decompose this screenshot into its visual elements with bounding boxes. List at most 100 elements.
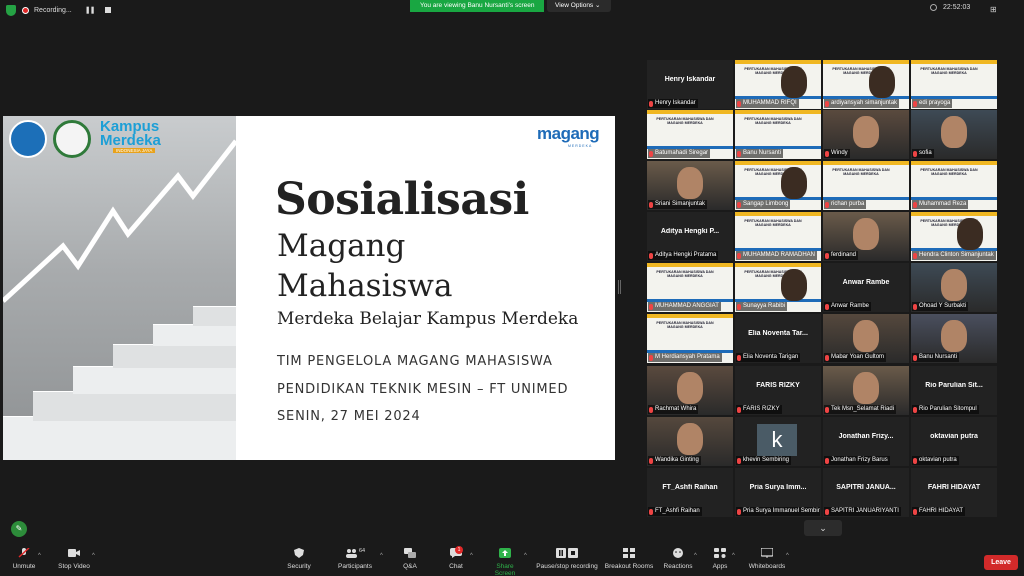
view-options-button[interactable]: View Options ⌄ xyxy=(547,0,611,12)
participant-name: sofia xyxy=(919,150,932,156)
view-icon[interactable]: ⊞ xyxy=(990,5,997,14)
participant-tile[interactable]: FARIS RIZKY FARIS RIZKY xyxy=(735,366,821,415)
qa-button[interactable]: Q&A xyxy=(400,548,420,570)
video-options-caret[interactable]: ^ xyxy=(92,553,95,559)
participant-tile[interactable]: FT_Ashfi Raihan FT_Ashfi Raihan xyxy=(647,468,733,517)
participant-name-label: MUHAMMAD RAMADHAN xyxy=(736,251,817,260)
thumbnail-header xyxy=(735,110,821,114)
participant-tile[interactable]: Rachmat Whira xyxy=(647,366,733,415)
participant-name: FAHRI HIDAYAT xyxy=(919,508,964,514)
participant-tile[interactable]: PERTUKARAN MAHASISWA DAN MAGANG MERDEKA M… xyxy=(911,161,997,210)
thumbnail-header xyxy=(647,263,733,267)
chat-options-caret[interactable]: ^ xyxy=(470,553,473,559)
participants-button[interactable]: 64 Participants xyxy=(336,548,374,570)
growth-arrow-icon xyxy=(3,139,236,303)
participant-tile[interactable]: PERTUKARAN MAHASISWA DAN MAGANG MERDEKA r… xyxy=(823,161,909,210)
reactions-button[interactable]: Reactions xyxy=(662,548,694,570)
participant-tile[interactable]: Pria Surya Imm... Pria Surya Immanuel Sem… xyxy=(735,468,821,517)
participant-tile[interactable]: SAPITRI JANUA... SAPITRI JANUARIYANTI xyxy=(823,468,909,517)
participant-tile[interactable]: oktavian putra oktavian putra xyxy=(911,417,997,466)
participant-tile[interactable]: Sriani Simanjuntak xyxy=(647,161,733,210)
participant-tile[interactable]: Rio Parulian Sit... Rio Parulian Sitompul xyxy=(911,366,997,415)
chat-button[interactable]: 1 Chat xyxy=(446,546,466,570)
participants-options-caret[interactable]: ^ xyxy=(380,553,383,559)
unmute-button[interactable]: Unmute xyxy=(10,548,38,570)
participant-tile[interactable]: Ohoad Y Surbakti xyxy=(911,263,997,312)
participant-tile[interactable]: PERTUKARAN MAHASISWA DAN MAGANG MERDEKA M… xyxy=(735,212,821,261)
participant-tile[interactable]: PERTUKARAN MAHASISWA DAN MAGANG MERDEKA H… xyxy=(911,212,997,261)
participant-name: M Herdiansyah Pratama xyxy=(655,354,720,360)
thumbnail-header xyxy=(911,161,997,165)
participant-tile[interactable]: Henry Iskandar Henry Iskandar xyxy=(647,60,733,109)
participant-tile[interactable]: sofia xyxy=(911,110,997,159)
whiteboards-button[interactable]: Whiteboards xyxy=(748,548,786,570)
participant-name-label: Muhammad Reza xyxy=(912,200,969,209)
participant-tile[interactable]: FAHRI HIDAYAT FAHRI HIDAYAT xyxy=(911,468,997,517)
participant-display-name: FAHRI HIDAYAT xyxy=(927,484,981,491)
participant-tile[interactable]: Aditya Hengki P... Aditya Hengki Pratama xyxy=(647,212,733,261)
participant-tile[interactable]: Jonathan Frizy... Jonathan Frizy Barus xyxy=(823,417,909,466)
unmute-label: Unmute xyxy=(12,563,36,570)
whiteboards-options-caret[interactable]: ^ xyxy=(786,553,789,559)
share-options-caret[interactable]: ^ xyxy=(524,553,527,559)
participant-tile[interactable]: PERTUKARAN MAHASISWA DAN MAGANG MERDEKA M… xyxy=(735,60,821,109)
slide-title-line2: Magang xyxy=(277,228,406,264)
participant-tile[interactable]: PERTUKARAN MAHASISWA DAN MAGANG MERDEKA e… xyxy=(911,60,997,109)
reactions-options-caret[interactable]: ^ xyxy=(694,553,697,559)
participant-name-label: Aditya Hengki Pratama xyxy=(648,251,719,260)
participant-tile[interactable]: Elia Noventa Tar... Elia Noventa Tarigan xyxy=(735,314,821,363)
participant-tile[interactable]: Banu Nursanti xyxy=(911,314,997,363)
breakout-rooms-button[interactable]: Breakout Rooms xyxy=(604,548,654,570)
apps-button[interactable]: Apps xyxy=(710,548,730,570)
participant-tile[interactable]: PERTUKARAN MAHASISWA DAN MAGANG MERDEKA M… xyxy=(647,263,733,312)
slide-title-line3: Mahasiswa xyxy=(277,268,453,304)
participant-name-label: Tek Msn_Selamat Riadi xyxy=(824,405,897,414)
share-screen-button[interactable]: Share Screen xyxy=(486,548,524,576)
participant-name: Mabar Yoan Gultom xyxy=(831,354,885,360)
participant-name-label: Elia Noventa Tarigan xyxy=(736,353,801,362)
participant-face xyxy=(781,269,807,301)
chat-badge: 1 xyxy=(455,546,463,554)
participant-tile[interactable]: PERTUKARAN MAHASISWA DAN MAGANG MERDEKA S… xyxy=(735,263,821,312)
participant-name-label: Banu Nursanti xyxy=(912,353,960,362)
participant-name: Sriani Simanjuntak xyxy=(655,201,706,207)
participant-tile[interactable]: PERTUKARAN MAHASISWA DAN MAGANG MERDEKA a… xyxy=(823,60,909,109)
participant-tile[interactable]: Tek Msn_Selamat Riadi xyxy=(823,366,909,415)
participant-tile[interactable]: Wandika Ginting xyxy=(647,417,733,466)
participant-tile[interactable]: Mabar Yoan Gultom xyxy=(823,314,909,363)
audio-options-caret[interactable]: ^ xyxy=(38,553,41,559)
pause-icon[interactable]: ❚❚ xyxy=(85,6,96,14)
participants-count: 64 xyxy=(358,548,366,554)
pause-stop-recording-button[interactable]: Pause/stop recording xyxy=(536,548,598,570)
avatar: k xyxy=(757,424,797,456)
mic-muted-icon xyxy=(913,100,917,107)
gallery-next-page-button[interactable]: ⌄ xyxy=(804,520,842,536)
participants-label: Participants xyxy=(338,563,372,570)
participant-tile[interactable]: PERTUKARAN MAHASISWA DAN MAGANG MERDEKA B… xyxy=(647,110,733,159)
participant-name: Sunayya Rabibi xyxy=(743,303,786,309)
participant-name-label: Pria Surya Immanuel Sembiring xyxy=(736,507,820,516)
participant-name: Aditya Hengki Pratama xyxy=(655,252,717,258)
annotate-pencil-icon[interactable]: ✎ xyxy=(11,521,27,537)
participant-tile[interactable]: PERTUKARAN MAHASISWA DAN MAGANG MERDEKA M… xyxy=(647,314,733,363)
thumbnail-header xyxy=(647,110,733,114)
participant-face xyxy=(677,423,703,455)
leave-button[interactable]: Leave xyxy=(984,555,1018,570)
participant-tile[interactable]: PERTUKARAN MAHASISWA DAN MAGANG MERDEKA S… xyxy=(735,161,821,210)
participant-tile[interactable]: Anwar Rambe Anwar Rambe xyxy=(823,263,909,312)
participant-tile[interactable]: Windy xyxy=(823,110,909,159)
participant-name-label: FT_Ashfi Raihan xyxy=(648,507,702,516)
participant-tile[interactable]: ferdinand xyxy=(823,212,909,261)
resize-handle[interactable] xyxy=(618,280,621,294)
stop-video-button[interactable]: Stop Video xyxy=(56,548,92,570)
chat-label: Chat xyxy=(449,563,463,570)
shield-icon[interactable] xyxy=(6,5,16,16)
participant-tile[interactable]: k khevin Sembiring xyxy=(735,417,821,466)
stop-icon[interactable] xyxy=(105,7,112,13)
security-button[interactable]: Security xyxy=(284,548,314,570)
participant-tile[interactable]: PERTUKARAN MAHASISWA DAN MAGANG MERDEKA B… xyxy=(735,110,821,159)
apps-options-caret[interactable]: ^ xyxy=(732,553,735,559)
thumbnail-header xyxy=(735,212,821,216)
participant-name: MUHAMMAD ANGGIAT xyxy=(655,303,719,309)
participant-name: FARIS RIZKY xyxy=(743,406,780,412)
